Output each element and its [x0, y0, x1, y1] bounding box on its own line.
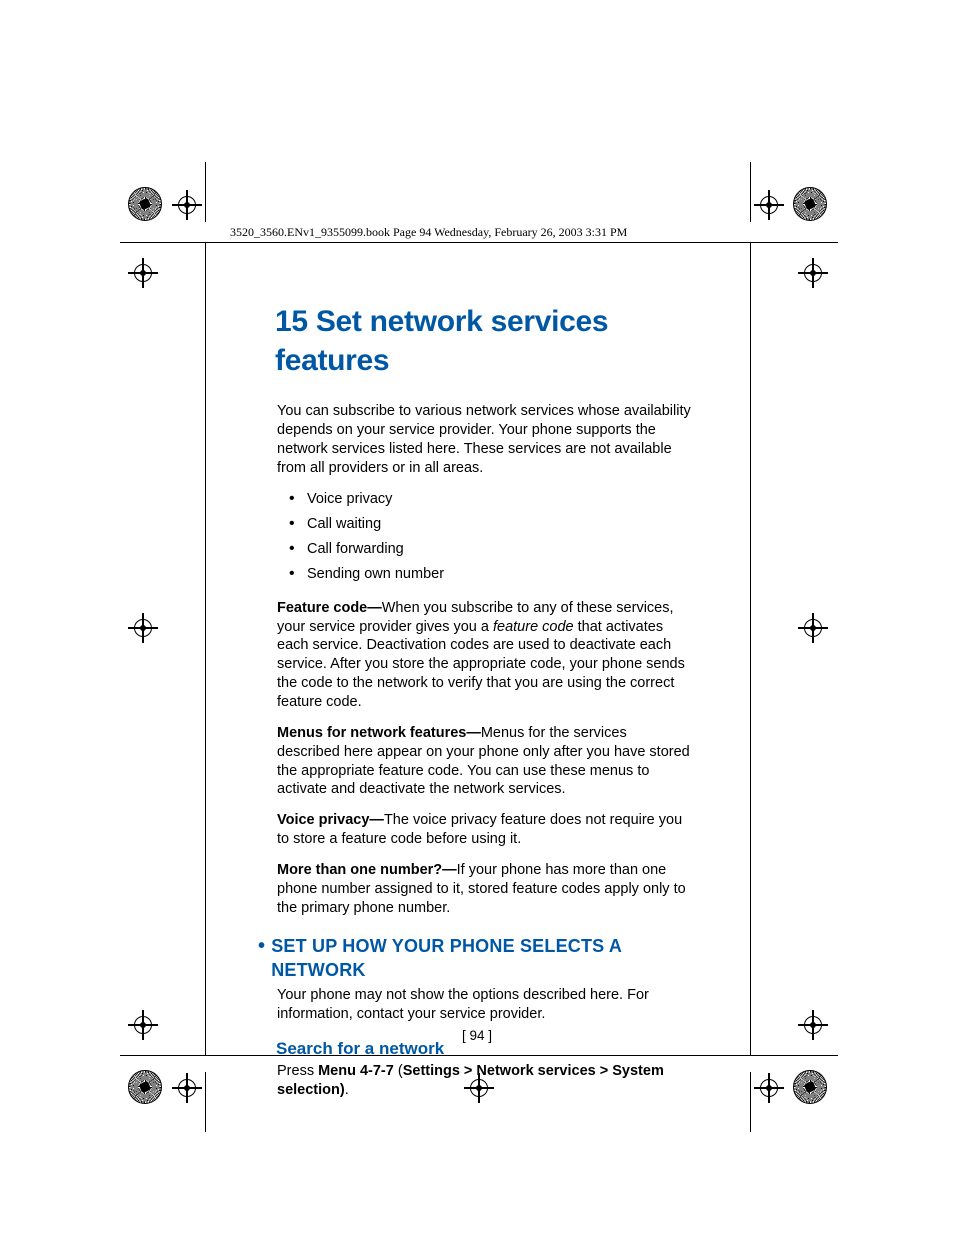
crop-line: [205, 162, 206, 222]
registration-rosette: [128, 1070, 162, 1104]
text: .: [345, 1082, 349, 1098]
chapter-title: 15 Set network services features: [275, 302, 692, 380]
crosshair-icon: [128, 613, 158, 643]
list-item: Call waiting: [277, 512, 692, 537]
list-item: Voice privacy: [277, 487, 692, 512]
italic-term: feature code: [493, 619, 574, 635]
text: Press: [277, 1063, 318, 1079]
menus-paragraph: Menus for network features—Menus for the…: [277, 724, 692, 799]
section-intro: Your phone may not show the options desc…: [277, 986, 692, 1024]
crop-line: [750, 1072, 751, 1132]
crop-line: [750, 242, 751, 1056]
crosshair-icon: [754, 190, 784, 220]
text: (: [394, 1063, 403, 1079]
feature-code-paragraph: Feature code—When you subscribe to any o…: [277, 599, 692, 712]
crop-line: [750, 162, 751, 222]
crosshair-icon: [798, 613, 828, 643]
crosshair-icon: [172, 190, 202, 220]
crosshair-icon: [172, 1073, 202, 1103]
crop-line: [748, 242, 838, 243]
bullet-icon: •: [258, 936, 265, 956]
feature-list: Voice privacy Call waiting Call forwardi…: [277, 487, 692, 586]
registration-rosette: [793, 187, 827, 221]
chapter-title-text: Set network services features: [275, 305, 608, 377]
menu-path: Menu 4-7-7: [318, 1063, 394, 1079]
crosshair-icon: [798, 258, 828, 288]
section-heading: • SET UP HOW YOUR PHONE SELECTS A NETWOR…: [258, 935, 692, 982]
chapter-number: 15: [275, 305, 308, 338]
crosshair-icon: [128, 258, 158, 288]
registration-rosette: [128, 187, 162, 221]
crop-line: [205, 242, 206, 1056]
intro-paragraph: You can subscribe to various network ser…: [277, 402, 692, 477]
page-number: [ 94 ]: [0, 1028, 954, 1043]
list-item: Call forwarding: [277, 537, 692, 562]
list-item: Sending own number: [277, 562, 692, 587]
label: Feature code—: [277, 600, 382, 616]
crop-line: [120, 1055, 210, 1056]
label: Voice privacy—: [277, 812, 384, 828]
crop-line: [205, 1072, 206, 1132]
voice-privacy-paragraph: Voice privacy—The voice privacy feature …: [277, 811, 692, 849]
book-header: 3520_3560.ENv1_9355099.book Page 94 Wedn…: [230, 225, 627, 240]
menu-instruction: Press Menu 4-7-7 (Settings > Network ser…: [277, 1062, 692, 1100]
label: More than one number?—: [277, 862, 457, 878]
more-number-paragraph: More than one number?—If your phone has …: [277, 861, 692, 918]
crop-line: [748, 1055, 838, 1056]
section-title-text: SET UP HOW YOUR PHONE SELECTS A NETWORK: [271, 935, 692, 982]
crop-line: [120, 242, 210, 243]
crosshair-icon: [754, 1073, 784, 1103]
label: Menus for network features—: [277, 725, 481, 741]
page-content: 15 Set network services features You can…: [277, 302, 692, 1100]
registration-rosette: [793, 1070, 827, 1104]
crop-line: [205, 242, 751, 243]
